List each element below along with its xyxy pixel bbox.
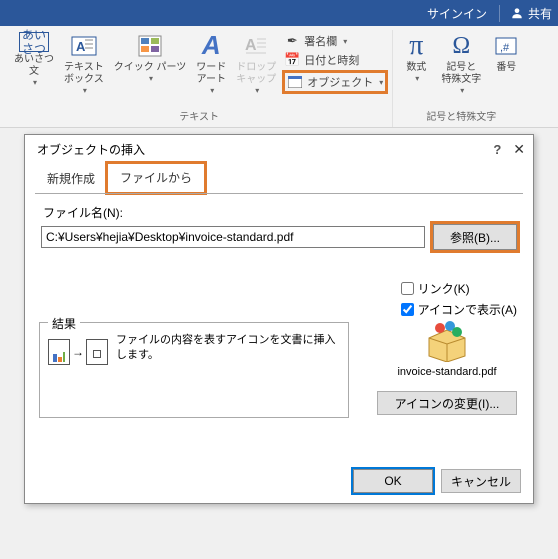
- package-icon: [424, 320, 470, 362]
- arrow-right-icon: →: [72, 345, 84, 359]
- signature-button[interactable]: ✒署名欄 ▾: [282, 32, 388, 50]
- number-button[interactable]: ,# 番号: [487, 30, 525, 106]
- dropcap-button[interactable]: A ドロップ キャップ▾: [232, 30, 280, 106]
- browse-button[interactable]: 参照(B)...: [433, 224, 517, 250]
- ribbon-group-text-label: テキスト: [179, 106, 219, 127]
- calendar-icon: 📅: [284, 52, 300, 68]
- cancel-button[interactable]: キャンセル: [441, 469, 521, 493]
- icon-display-checkbox-row[interactable]: アイコンで表示(A): [401, 301, 517, 318]
- change-icon-button[interactable]: アイコンの変更(I)...: [377, 391, 517, 415]
- insert-object-dialog: オブジェクトの挿入 ? ✕ 新規作成 ファイルから ファイル名(N): 参照(B…: [24, 134, 534, 504]
- chevron-down-icon: ▾: [83, 86, 87, 96]
- help-button[interactable]: ?: [493, 142, 501, 157]
- svg-text:A: A: [245, 37, 257, 54]
- omega-icon: Ω: [447, 32, 475, 60]
- quickparts-button[interactable]: クイック パーツ▾: [110, 30, 191, 106]
- dialog-tabs: 新規作成 ファイルから: [25, 163, 533, 193]
- dialog-title: オブジェクトの挿入: [33, 141, 145, 158]
- symbol-button[interactable]: Ω 記号と 特殊文字▾: [437, 30, 485, 106]
- share-label: 共有: [528, 5, 552, 22]
- svg-text:A: A: [76, 39, 86, 54]
- result-legend: 結果: [48, 315, 80, 332]
- number-icon: ,#: [492, 32, 520, 60]
- dialog-footer: OK キャンセル: [353, 469, 521, 493]
- result-description: ファイルの内容を表すアイコンを文書に挿入します。: [116, 333, 340, 364]
- wordart-icon: A: [197, 32, 225, 60]
- share-button[interactable]: 共有: [499, 5, 552, 22]
- person-icon: [510, 6, 524, 20]
- svg-text:,#: ,#: [500, 42, 510, 54]
- filename-label: ファイル名(N):: [43, 204, 517, 221]
- chevron-down-icon: ▾: [343, 37, 347, 46]
- chevron-down-icon: ▾: [460, 86, 464, 96]
- app-titlebar: サインイン 共有: [0, 0, 558, 26]
- number-label: 番号: [496, 62, 516, 74]
- doc-source-icon: [48, 339, 70, 365]
- textbox-icon: A: [70, 32, 98, 60]
- object-label: オブジェクト: [307, 74, 373, 90]
- aisatsu-icon: あいさつ: [19, 32, 49, 52]
- chevron-down-icon: ▾: [33, 78, 37, 88]
- dialog-titlebar[interactable]: オブジェクトの挿入 ? ✕: [25, 135, 533, 163]
- ribbon-group-symbols-label: 記号と特殊文字: [426, 106, 496, 127]
- filename-input[interactable]: [41, 226, 425, 248]
- chevron-down-icon: ▾: [255, 86, 259, 96]
- result-illustration: →: [48, 339, 108, 365]
- textbox-label: テキスト ボックス: [64, 62, 104, 86]
- signature-icon: ✒: [284, 33, 300, 49]
- pi-icon: π: [402, 32, 430, 60]
- chevron-down-icon: ▾: [379, 78, 383, 87]
- dropcap-icon: A: [242, 32, 270, 60]
- signin-link[interactable]: サインイン: [427, 5, 487, 22]
- link-checkbox[interactable]: [401, 282, 414, 295]
- ok-button[interactable]: OK: [353, 469, 433, 493]
- textbox-button[interactable]: A テキスト ボックス▾: [60, 30, 108, 106]
- symbol-label: 記号と 特殊文字: [441, 62, 481, 86]
- chevron-down-icon: ▾: [210, 86, 214, 96]
- object-button[interactable]: オブジェクト ▾: [282, 70, 388, 94]
- chevron-down-icon: ▾: [415, 74, 419, 84]
- icon-display-label: アイコンで表示(A): [418, 301, 517, 318]
- quickparts-icon: [136, 32, 164, 60]
- icon-preview: invoice-standard.pdf アイコンの変更(I)...: [377, 320, 517, 415]
- aisatsu-button[interactable]: あいさつ あいさつ 文▾: [10, 30, 58, 106]
- link-checkbox-row[interactable]: リンク(K): [401, 280, 517, 297]
- tab-panel: ファイル名(N): 参照(B)... リンク(K) アイコンで表示(A) 結果 …: [35, 193, 523, 453]
- quickparts-label: クイック パーツ: [114, 62, 187, 74]
- link-label: リンク(K): [418, 280, 470, 297]
- datetime-label: 日付と時刻: [304, 52, 359, 68]
- signature-label: 署名欄: [304, 33, 337, 49]
- wordart-button[interactable]: A ワード アート▾: [192, 30, 230, 106]
- chevron-down-icon: ▾: [149, 74, 153, 84]
- tab-new[interactable]: 新規作成: [35, 165, 107, 193]
- equation-button[interactable]: π 数式▾: [397, 30, 435, 106]
- equation-label: 数式: [406, 62, 426, 74]
- wordart-label: ワード アート: [196, 62, 226, 86]
- dropcap-label: ドロップ キャップ: [236, 62, 276, 86]
- result-groupbox: 結果 → ファイルの内容を表すアイコンを文書に挿入します。: [39, 322, 349, 418]
- close-button[interactable]: ✕: [513, 141, 525, 158]
- tab-from-file[interactable]: ファイルから: [107, 163, 205, 193]
- datetime-button[interactable]: 📅日付と時刻: [282, 51, 388, 69]
- doc-target-icon: [86, 339, 108, 365]
- object-icon: [287, 74, 303, 90]
- ribbon: あいさつ あいさつ 文▾ A テキスト ボックス▾ クイック パーツ▾ A ワー…: [0, 26, 558, 128]
- preview-filename: invoice-standard.pdf: [377, 366, 517, 379]
- icon-display-checkbox[interactable]: [401, 303, 414, 316]
- aisatsu-label: あいさつ 文: [14, 54, 54, 78]
